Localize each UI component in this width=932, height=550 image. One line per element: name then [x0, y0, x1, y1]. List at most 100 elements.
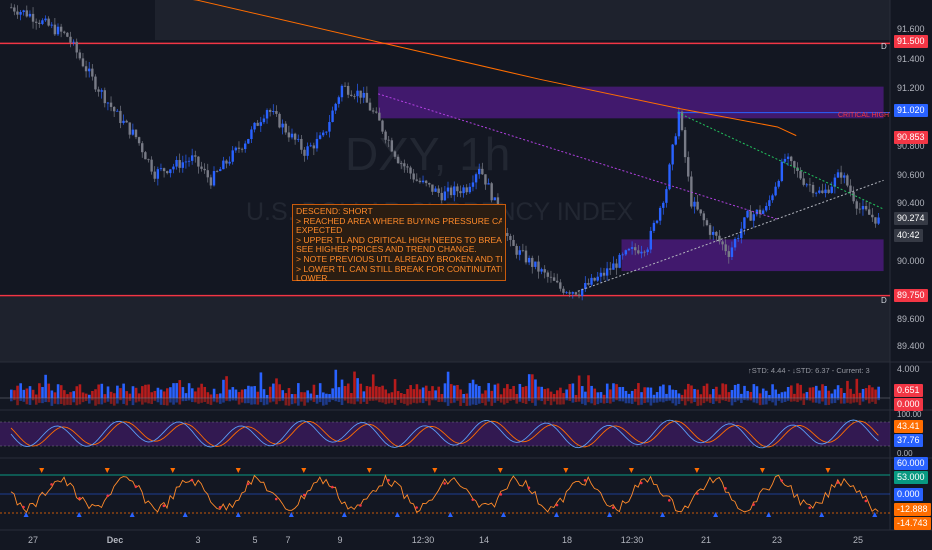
- pane1-bar-neg: [752, 398, 756, 403]
- pane1-bar-neg: [409, 398, 412, 405]
- pane1-bar: [418, 389, 422, 398]
- pane1-bar: [493, 384, 497, 398]
- pane1-bar: [265, 394, 269, 398]
- time-label: 14: [478, 535, 490, 545]
- pane1-bar: [777, 393, 781, 398]
- candle-body: [777, 180, 780, 187]
- pane1-bar: [680, 394, 684, 398]
- note-line: LOWER: [296, 274, 328, 284]
- candle-body: [431, 184, 434, 192]
- candle-body: [275, 110, 278, 114]
- pane1-bar-neg: [855, 398, 859, 403]
- pane3-dot: [387, 478, 390, 482]
- pane3-dot: [274, 497, 278, 501]
- pane1-bar-neg: [746, 398, 749, 401]
- pane1-bar: [587, 375, 590, 398]
- pane1-bar: [852, 393, 855, 398]
- pane1-bar: [802, 393, 806, 398]
- pane1-bar-neg: [91, 398, 94, 401]
- candle-body: [134, 129, 138, 138]
- candle-body: [325, 131, 328, 133]
- pane3-dot: [752, 503, 755, 506]
- pane1-bar: [175, 383, 178, 398]
- pane1-bar: [337, 387, 341, 398]
- candle-body: [97, 89, 100, 92]
- pane1-bar: [640, 392, 643, 398]
- candle-body: [340, 85, 344, 98]
- candle-body: [144, 152, 147, 160]
- candle-body: [312, 145, 316, 149]
- pane1-bar: [705, 383, 709, 398]
- pane1-bar-neg: [724, 398, 728, 401]
- time-label: 25: [852, 535, 864, 545]
- analysis-note[interactable]: DESCEND: SHORT > REACHED AREA WHERE BUYIN…: [292, 204, 506, 284]
- candle-body: [568, 292, 571, 294]
- pane1-bar: [708, 394, 712, 398]
- pane1-bar-neg: [712, 398, 715, 404]
- pane1-bar-neg: [683, 398, 687, 406]
- pane1-bar: [658, 386, 662, 398]
- pane1-bar: [612, 383, 615, 398]
- pane1-bar-neg: [565, 398, 568, 401]
- pane1-bar-neg: [827, 398, 831, 405]
- pane1-bar: [256, 391, 260, 398]
- pane1-bar: [25, 388, 29, 398]
- level-marker-upper: D: [881, 42, 887, 51]
- pane1-bar: [424, 385, 428, 398]
- candle-body: [712, 231, 715, 235]
- pane1-bar-neg: [730, 398, 734, 406]
- candle-body: [212, 171, 216, 186]
- pane1-bar-neg: [868, 398, 871, 404]
- pane1-bar-neg: [421, 398, 425, 404]
- pane1-bar-neg: [10, 398, 13, 402]
- pane1-bar: [215, 394, 219, 398]
- candle-body: [808, 184, 812, 186]
- pane1-bar-neg: [552, 398, 556, 402]
- pane1-bar-neg: [814, 398, 818, 403]
- candle-body: [290, 133, 294, 138]
- pane1-bar-neg: [481, 398, 484, 404]
- pane1-bar: [84, 393, 88, 398]
- pane1-bar: [858, 392, 862, 398]
- candle-body: [253, 122, 256, 130]
- pane1-bar: [655, 392, 659, 398]
- candle-body: [428, 183, 431, 185]
- pane1-bar-neg: [272, 398, 275, 402]
- candle-body: [28, 13, 32, 17]
- pane1-bar: [10, 389, 13, 398]
- pane1-bar: [780, 392, 784, 398]
- pane3-up-arrow: [766, 512, 772, 517]
- pane1-bar-neg: [443, 398, 447, 403]
- pane1-bar: [568, 383, 572, 398]
- pane1-bar: [471, 379, 475, 398]
- pane1-bar: [212, 388, 216, 398]
- pane1-bar: [559, 387, 562, 398]
- pane1-bar: [621, 386, 625, 398]
- pane1-bar-neg: [874, 398, 877, 404]
- candle-body: [596, 276, 599, 281]
- pane1-tag-value: 0.651: [894, 384, 923, 397]
- candle-body: [462, 187, 465, 194]
- pane1-bar: [203, 386, 207, 398]
- pane1-bar: [805, 391, 809, 398]
- candle-body: [293, 133, 297, 140]
- candle-body: [774, 186, 777, 196]
- pane1-bar: [537, 386, 540, 398]
- candle-body: [112, 106, 116, 112]
- pane1-bar-neg: [172, 398, 175, 405]
- candle-body: [821, 190, 824, 194]
- pane1-bar: [811, 387, 815, 398]
- pane1-bar: [808, 387, 812, 398]
- pane1-bar-neg: [353, 398, 356, 405]
- pane1-bar: [334, 369, 338, 398]
- candle-body: [509, 235, 512, 240]
- candle-body: [219, 169, 222, 172]
- candle-body: [674, 136, 677, 145]
- time-label: 9: [337, 535, 343, 545]
- pane1-bar-neg: [178, 398, 182, 405]
- pane1-bar: [846, 380, 849, 398]
- upper-band: [155, 0, 890, 40]
- candle-body: [175, 160, 178, 167]
- price-tag-resistance: 91.500: [894, 35, 928, 48]
- pane1-bar: [365, 386, 369, 398]
